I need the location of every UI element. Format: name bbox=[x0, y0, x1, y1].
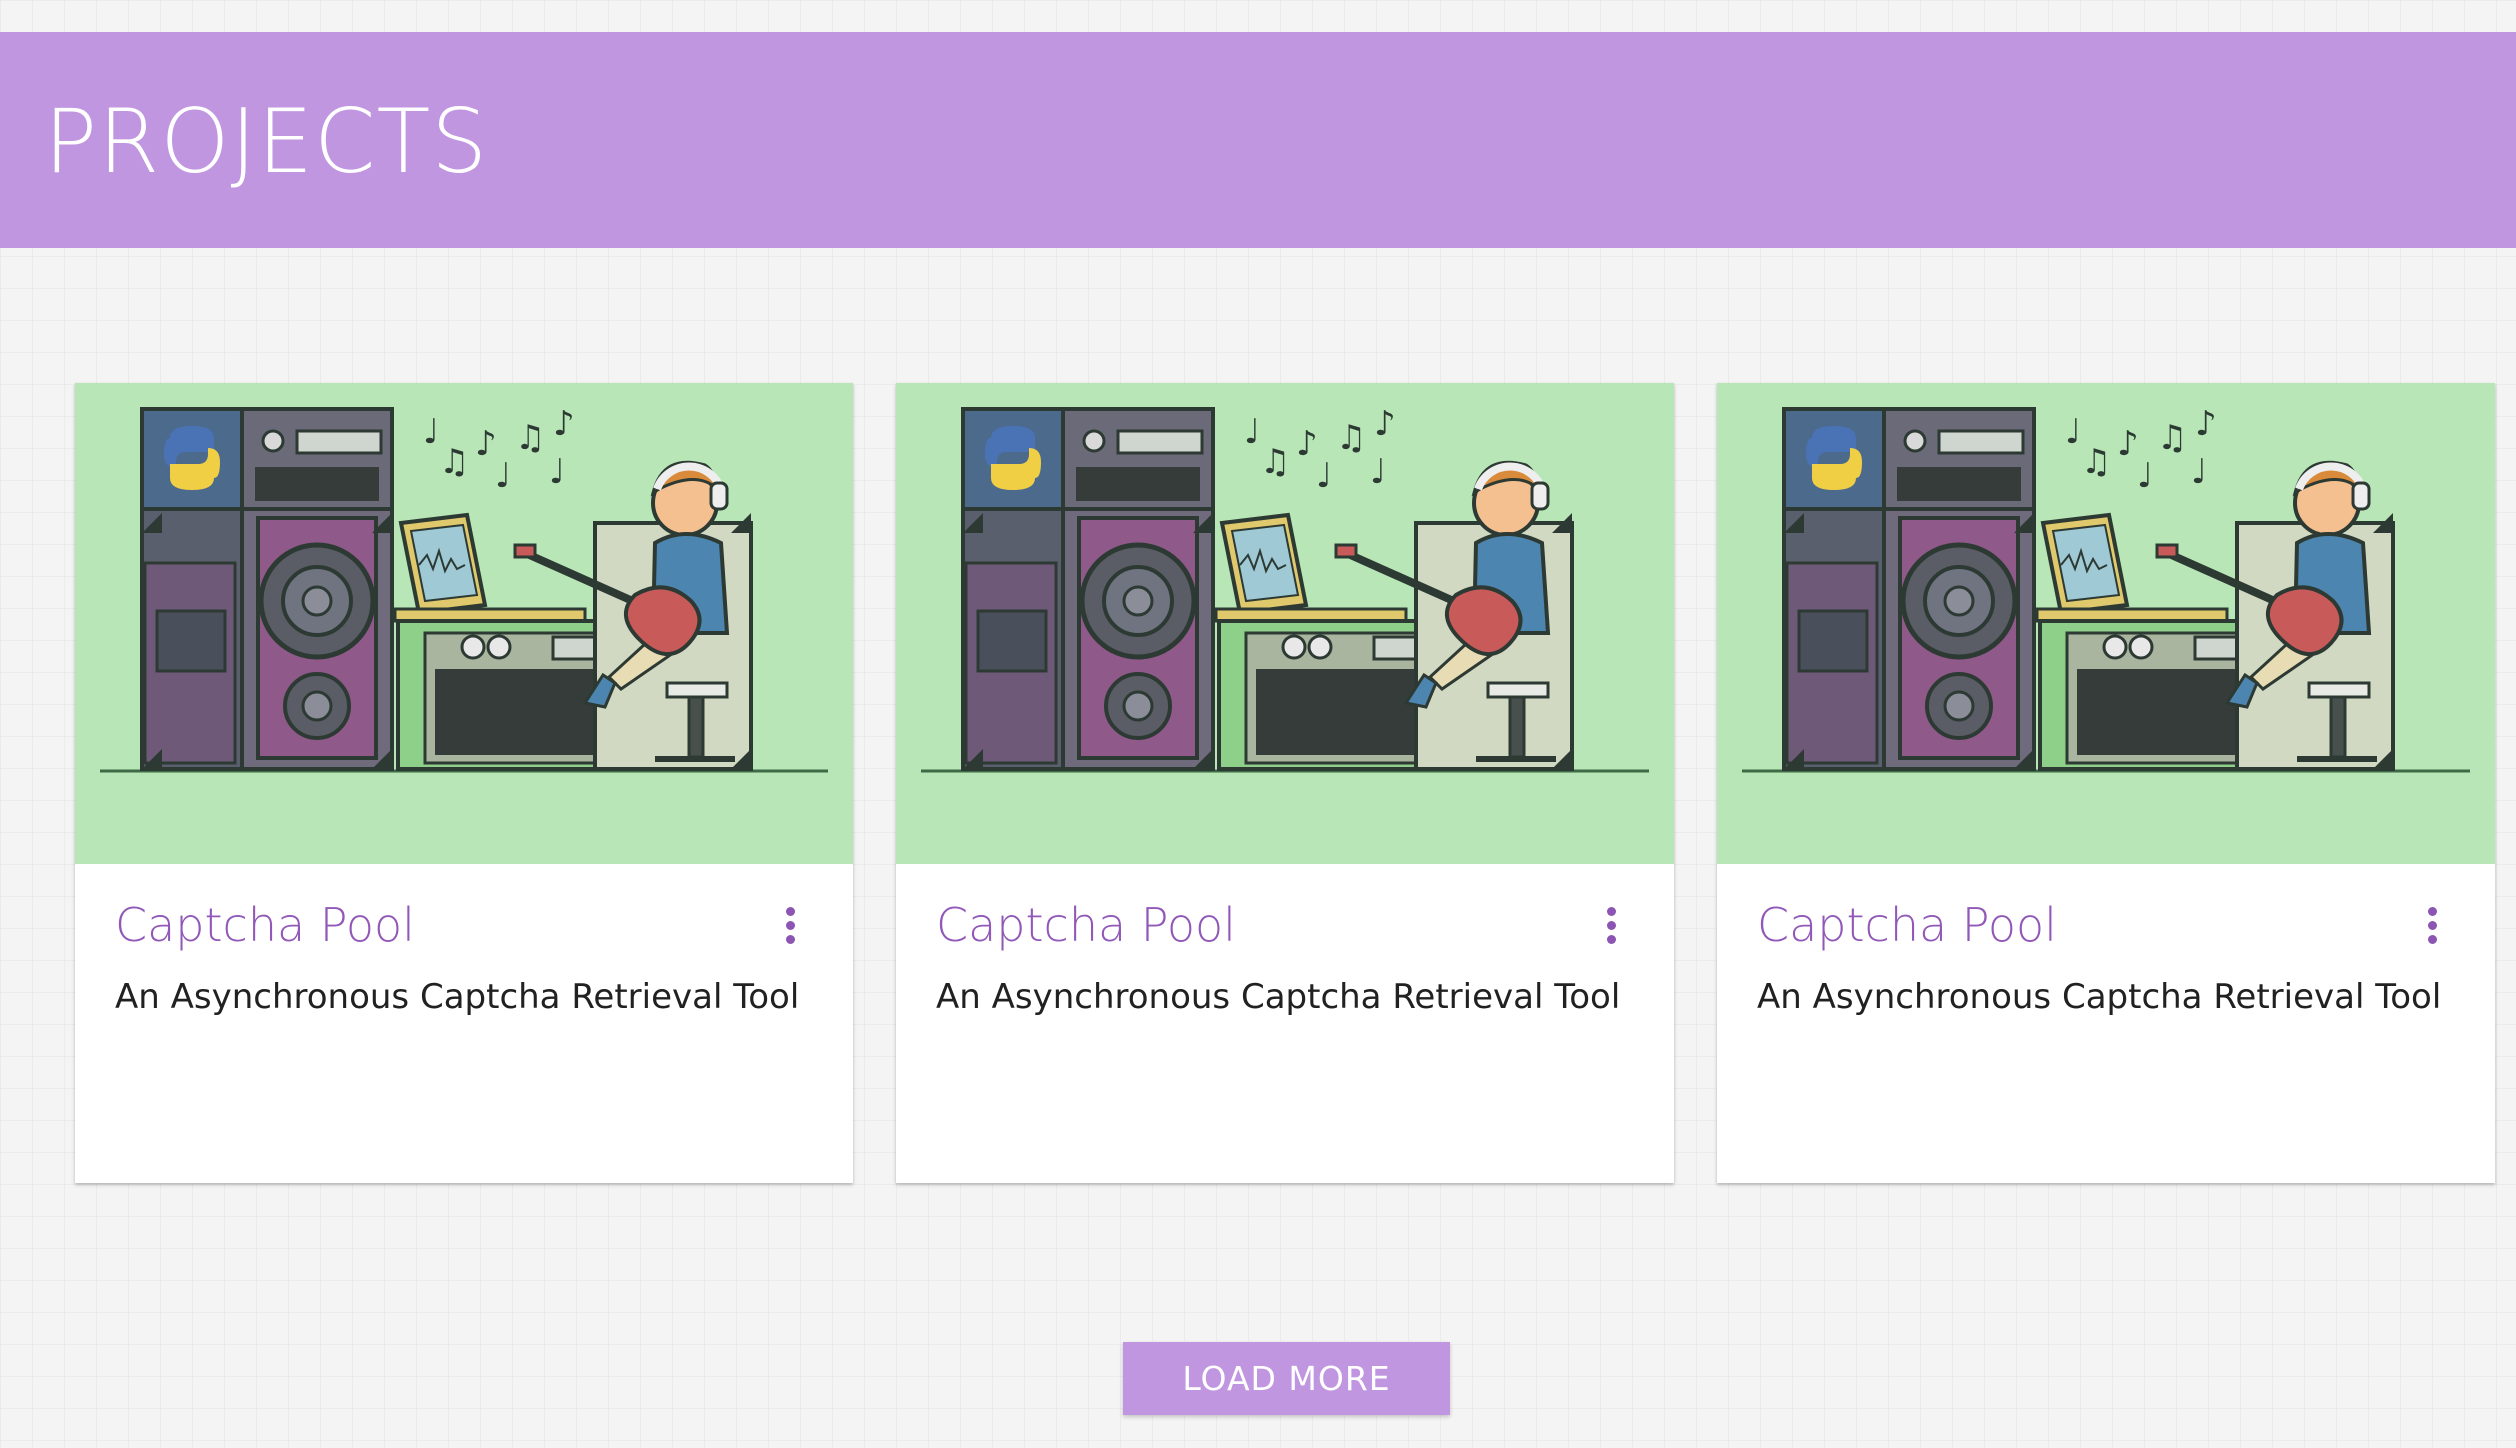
project-card-description: An Asynchronous Captcha Retrieval Tool bbox=[1757, 977, 2442, 1017]
project-card[interactable]: Captcha Pool An Asynchronous Captcha Ret… bbox=[1717, 383, 2495, 1183]
musician-studio-illustration bbox=[75, 383, 853, 864]
project-card-image[interactable] bbox=[1717, 383, 2495, 864]
project-card-image[interactable] bbox=[75, 383, 853, 864]
project-card-description: An Asynchronous Captcha Retrieval Tool bbox=[115, 977, 800, 1017]
project-card-title[interactable]: Captcha Pool bbox=[115, 895, 415, 955]
musician-studio-illustration bbox=[896, 383, 1674, 864]
project-card[interactable]: Captcha Pool An Asynchronous Captcha Ret… bbox=[75, 383, 853, 1183]
project-card[interactable]: Captcha Pool An Asynchronous Captcha Ret… bbox=[896, 383, 1674, 1183]
musician-studio-illustration bbox=[1717, 383, 2495, 864]
more-vert-icon[interactable] bbox=[2421, 901, 2445, 949]
project-card-description: An Asynchronous Captcha Retrieval Tool bbox=[936, 977, 1621, 1017]
project-card-grid: Captcha Pool An Asynchronous Captcha Ret… bbox=[75, 383, 2495, 1183]
page-title: PROJECTS bbox=[44, 90, 489, 193]
projects-header: PROJECTS bbox=[0, 32, 2516, 248]
load-more-button[interactable]: LOAD MORE bbox=[1123, 1342, 1450, 1415]
project-card-image[interactable] bbox=[896, 383, 1674, 864]
more-vert-icon[interactable] bbox=[1600, 901, 1624, 949]
project-card-title[interactable]: Captcha Pool bbox=[1757, 895, 2057, 955]
project-card-title[interactable]: Captcha Pool bbox=[936, 895, 1236, 955]
more-vert-icon[interactable] bbox=[779, 901, 803, 949]
